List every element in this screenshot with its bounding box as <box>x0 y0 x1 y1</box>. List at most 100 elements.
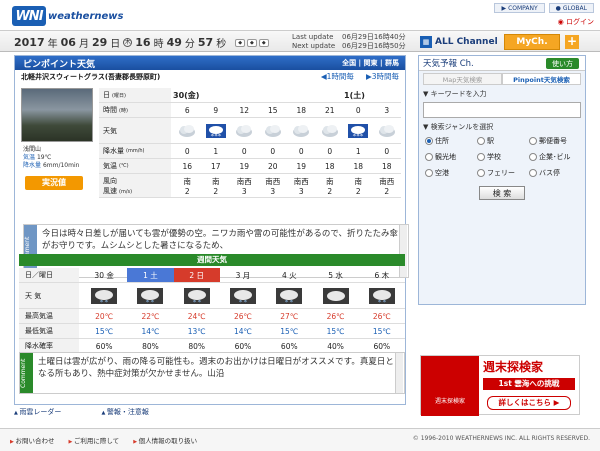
my-channel-button[interactable]: MyCh. <box>504 34 560 50</box>
camera-caption: 浅間山 気温 19℃ 降水量 6mm/10min <box>23 146 80 169</box>
live-value-button[interactable]: 実況値 <box>25 176 83 190</box>
circle-arrow-icon: ◉ <box>557 18 564 26</box>
cloud-icon <box>287 118 316 143</box>
hour-cell: 6 <box>184 105 190 115</box>
min-temp-cell: 15℃ <box>280 326 299 336</box>
rain-prob-cell: 80% <box>142 341 159 351</box>
location-name: 北軽井沢スウィートグラス(吾妻郡長野原町) <box>21 73 161 81</box>
svg-text:☂ ☂: ☂ ☂ <box>146 299 155 304</box>
how-to-use-button[interactable]: 使い方 <box>546 58 579 69</box>
genre-option[interactable]: 観光地 <box>425 152 475 162</box>
precip-cell: 0 <box>184 146 190 156</box>
genre-option[interactable]: バス停 <box>529 168 579 178</box>
temp-cell: 19 <box>296 161 307 171</box>
add-channel-button[interactable]: + <box>565 35 579 49</box>
comment-text: 今日は時々日差しが届いても雲が優勢の空。ニワカ雨や雷の可能性があるので、折りたた… <box>42 229 398 251</box>
tab-pinpoint-search[interactable]: Pinpoint天気検索 <box>502 73 581 85</box>
svg-text:☂ ☂: ☂ ☂ <box>239 299 248 304</box>
clock-button[interactable]: ◆ <box>235 38 246 47</box>
min-temp-cell: 15℃ <box>95 326 114 336</box>
min-temp-cell: 14℃ <box>141 326 160 336</box>
genre-option[interactable]: 学校 <box>477 152 527 162</box>
genre-option[interactable]: 駅 <box>477 136 527 146</box>
pinpoint-panel: ピンポイント天気 全国 | 関東 | 群馬 北軽井沢スウィートグラス(吾妻郡長野原… <box>14 55 409 405</box>
temp-cell: 19 <box>239 161 250 171</box>
search-button[interactable]: 検 索 <box>479 186 525 200</box>
week-day-cell: 3 月 <box>235 270 251 280</box>
hour-cell: 3 <box>384 105 390 115</box>
rain-prob-cell: 60% <box>373 341 391 351</box>
logo[interactable]: WNI weathernews <box>12 6 123 26</box>
three-hourly-link[interactable]: ▶3時間每 <box>366 71 399 82</box>
min-temp-cell: 15℃ <box>372 326 391 336</box>
radio-icon[interactable] <box>425 137 433 145</box>
keyword-input[interactable] <box>423 102 581 118</box>
breadcrumb[interactable]: 全国 | 関東 | 群馬 <box>342 58 399 68</box>
ad-banner[interactable]: 週末探検家 週末探検家 1st 雲海への挑戦 詳しくはこちら ▶ <box>420 355 580 416</box>
hourly-link[interactable]: ◀1時間每 <box>321 71 354 82</box>
rain-radar-link[interactable]: 雨雲レーダー <box>14 407 61 417</box>
radio-icon[interactable] <box>477 169 485 177</box>
genre-option[interactable]: 住所 <box>425 136 475 146</box>
privacy-link[interactable]: 個人情報の取り扱い <box>133 435 198 445</box>
contact-link[interactable]: お問い合わせ <box>10 435 54 445</box>
svg-text:☂ ☂: ☂ ☂ <box>100 299 109 304</box>
min-temp-cell: 14℃ <box>234 326 252 336</box>
hour-cell: 9 <box>213 105 219 115</box>
tab-map-search[interactable]: Map天気検索 <box>423 73 502 85</box>
clock-buttons[interactable]: ◆ ◆ ◆ <box>235 38 269 47</box>
keyword-label: ▼ キーワードを入力 <box>423 90 487 98</box>
temp-cell: 17 <box>210 161 221 171</box>
week-day-cell: 5 水 <box>328 270 343 280</box>
radio-icon[interactable] <box>425 169 433 177</box>
cloud-icon <box>173 118 202 143</box>
genre-option[interactable]: 企業･ビル <box>529 152 579 162</box>
company-link[interactable]: ▶ COMPANY <box>494 3 545 13</box>
max-temp-cell: 26℃ <box>372 311 391 321</box>
max-temp-cell: 24℃ <box>187 311 206 321</box>
genre-option[interactable]: 空港 <box>425 168 475 178</box>
svg-text:☂☂☂: ☂☂☂ <box>353 133 364 138</box>
weather-icon: ☂ ☂ <box>174 283 220 308</box>
weekly-comment-box: Comment 土曜日は雲が広がり、雨の降る可能性も。週末のお出かけは日曜日がオ… <box>19 352 405 394</box>
row-label: 日 (曜日) <box>99 88 171 102</box>
clock-button[interactable]: ◆ <box>247 38 257 47</box>
temp-cell: 20 <box>267 161 278 171</box>
copyright: © 1996-2010 WEATHERNEWS INC. ALL RIGHTS … <box>412 435 590 442</box>
week-day-cell: 1 土 <box>127 268 174 282</box>
warnings-link[interactable]: 警報・注意報 <box>101 407 149 417</box>
weekly-comment-scrollbar[interactable] <box>395 353 403 393</box>
hour-cell: 0 <box>355 105 361 115</box>
radio-icon[interactable] <box>529 169 537 177</box>
genre-option[interactable]: フェリー <box>477 168 527 178</box>
radio-icon[interactable] <box>529 153 537 161</box>
rain-prob-cell: 60% <box>234 341 252 351</box>
radio-icon[interactable] <box>477 153 485 161</box>
radio-icon[interactable] <box>477 137 485 145</box>
max-temp-cell: 20℃ <box>95 311 114 321</box>
cloud-icon <box>259 118 288 143</box>
login-link[interactable]: ◉ ログイン <box>558 17 594 27</box>
wind-cell: 南西 2 <box>379 176 395 196</box>
week-day-cell: 2 日 <box>173 268 220 282</box>
ad-brand: 週末探検家 <box>421 356 479 416</box>
wind-cell: 南2 <box>212 176 220 196</box>
location-row: 北軽井沢スウィートグラス(吾妻郡長野原町) ◀1時間每 ▶3時間每 <box>15 70 405 84</box>
weekly-comment-text: 土曜日は雲が広がり、雨の降る可能性も。週末のお出かけは日曜日がオススメです。真夏… <box>38 357 394 379</box>
hourly-forecast-table: 日 (曜日) 30(金) 1(土) 時間 (時) 6 9 12 15 18 21 0 3 天気 ☂☂… <box>99 88 401 198</box>
global-link[interactable]: ● GLOBAL <box>548 3 594 13</box>
radio-icon[interactable] <box>529 137 537 145</box>
weather-icon: ☂ ☂ <box>266 283 312 308</box>
clock-button[interactable]: ◆ <box>258 38 269 47</box>
search-panel-title: 天気予報 Ch. 使い方 <box>419 56 585 71</box>
live-camera-image[interactable] <box>21 88 93 142</box>
ad-cta-button[interactable]: 詳しくはこちら ▶ <box>487 396 571 410</box>
all-channel-button[interactable]: ▦ ALL Channel <box>420 34 500 50</box>
max-temp-cell: 27℃ <box>280 311 299 321</box>
svg-text:☂ ☂: ☂ ☂ <box>378 299 387 304</box>
genre-option[interactable]: 郵便番号 <box>529 136 579 146</box>
globe-icon: ● <box>555 4 561 12</box>
terms-link[interactable]: ご利用に際して <box>68 435 119 445</box>
wind-cell: 南西 3 <box>265 176 281 196</box>
radio-icon[interactable] <box>425 153 433 161</box>
